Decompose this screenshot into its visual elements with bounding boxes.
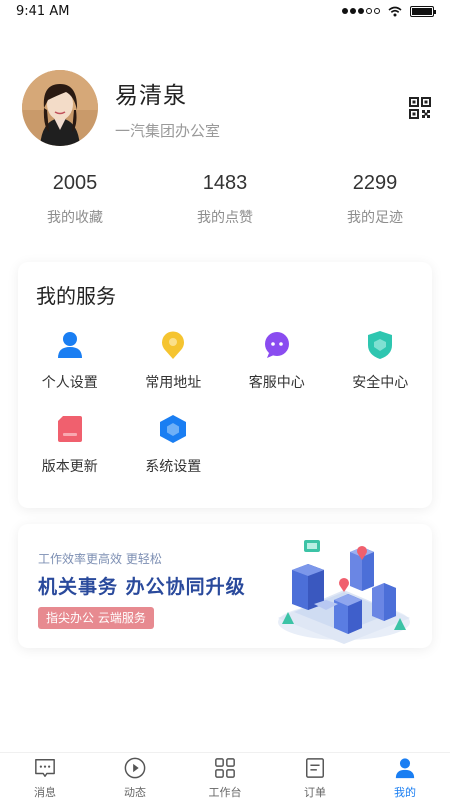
stats-row: 2005 我的收藏 1483 我的点赞 2299 我的足迹	[0, 172, 450, 227]
tab-feed[interactable]: 动态	[90, 753, 180, 800]
location-pin-icon	[158, 330, 188, 360]
battery-icon	[410, 5, 436, 17]
chat-bubble-icon	[262, 330, 292, 360]
service-label: 客服中心	[248, 375, 305, 391]
bottom-tab-bar: 消息 动态 工作台 订单 我的	[0, 752, 450, 800]
message-icon	[35, 759, 55, 777]
stat-likes[interactable]: 1483 我的点赞	[150, 172, 300, 227]
service-label: 系统设置	[145, 459, 202, 475]
wifi-icon	[388, 6, 402, 16]
document-icon	[306, 758, 324, 778]
tab-workbench[interactable]: 工作台	[180, 753, 270, 800]
service-security-center[interactable]: 安全中心	[329, 330, 433, 392]
stat-value: 2299	[352, 172, 398, 194]
service-label: 版本更新	[41, 459, 98, 475]
service-label: 个人设置	[41, 375, 98, 391]
play-circle-icon	[124, 757, 146, 779]
stat-value: 1483	[202, 172, 248, 194]
tab-label: 消息	[34, 786, 56, 799]
stat-label: 我的收藏	[47, 210, 103, 226]
banner-subtitle: 工作效率更高效 更轻松	[38, 552, 162, 566]
shield-icon	[365, 330, 395, 360]
service-label: 常用地址	[145, 375, 202, 391]
stat-footprints[interactable]: 2299 我的足迹	[300, 172, 450, 227]
status-time: 9:41 AM	[16, 3, 70, 19]
service-version-update[interactable]: 版本更新	[18, 414, 122, 476]
services-grid: 个人设置 常用地址 客服中心 安全中心 版本更新 系统设置	[18, 330, 432, 476]
service-system-settings[interactable]: 系统设置	[122, 414, 226, 476]
tab-label: 我的	[394, 786, 416, 799]
banner-title: 机关事务 办公协同升级	[38, 576, 246, 598]
signal-icon	[342, 8, 380, 14]
profile-header: 易清泉 一汽集团办公室	[22, 70, 432, 146]
service-common-address[interactable]: 常用地址	[122, 330, 226, 392]
service-label: 安全中心	[352, 375, 409, 391]
tab-label: 动态	[124, 786, 146, 799]
stat-favorites[interactable]: 2005 我的收藏	[0, 172, 150, 227]
avatar[interactable]	[22, 70, 98, 146]
profile-org: 一汽集团办公室	[115, 121, 221, 140]
services-card: 我的服务 个人设置 常用地址 客服中心 安全中心 版本更新 系统设置	[18, 262, 432, 508]
person-icon	[55, 330, 85, 360]
services-title: 我的服务	[36, 284, 116, 308]
stat-value: 2005	[52, 172, 98, 194]
service-personal-settings[interactable]: 个人设置	[18, 330, 122, 392]
city-illustration	[278, 540, 410, 644]
sd-card-icon	[55, 414, 85, 444]
qr-code-icon[interactable]	[408, 96, 432, 120]
user-icon	[395, 758, 415, 779]
grid-icon	[215, 758, 235, 778]
stat-label: 我的点赞	[197, 210, 253, 226]
banner-tag: 指尖办公 云端服务	[38, 607, 154, 629]
promo-banner[interactable]: 工作效率更高效 更轻松 机关事务 办公协同升级 指尖办公 云端服务	[18, 524, 432, 648]
tab-label: 工作台	[208, 786, 242, 799]
tab-label: 订单	[304, 786, 326, 799]
tab-orders[interactable]: 订单	[270, 753, 360, 800]
tab-messages[interactable]: 消息	[0, 753, 90, 800]
stat-label: 我的足迹	[347, 210, 403, 226]
service-customer-center[interactable]: 客服中心	[225, 330, 329, 392]
status-indicators	[342, 5, 436, 17]
tab-mine[interactable]: 我的	[360, 753, 450, 800]
status-bar: 9:41 AM	[0, 0, 450, 22]
profile-name: 易清泉	[115, 82, 187, 109]
hexagon-icon	[158, 414, 188, 444]
